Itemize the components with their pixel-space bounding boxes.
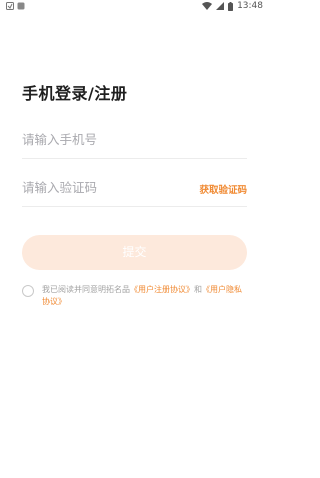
- signal-icon: [216, 2, 225, 10]
- agreement-text: 我已阅读并同意明拓名品《用户注册协议》和《用户隐私协议》: [42, 284, 245, 308]
- phone-input[interactable]: [22, 123, 172, 157]
- submit-button[interactable]: 提交: [22, 235, 247, 270]
- status-right-icons: 13:48: [202, 1, 263, 11]
- code-field: 获取验证码: [22, 171, 247, 207]
- user-agreement-link[interactable]: 《用户注册协议》: [130, 285, 194, 294]
- verification-code-input[interactable]: [22, 171, 172, 205]
- page-title: 手机登录/注册: [22, 84, 128, 103]
- status-left-icons: [6, 2, 25, 10]
- agreement-conjunction: 和: [194, 285, 202, 294]
- agreement-prefix: 我已阅读并同意明拓名品: [42, 285, 130, 294]
- status-time: 13:48: [237, 1, 263, 11]
- phone-field: [22, 123, 247, 159]
- app-notification-icon: [17, 2, 25, 10]
- get-code-button[interactable]: 获取验证码: [199, 182, 247, 196]
- battery-icon: [228, 1, 234, 11]
- agreement-checkbox[interactable]: [22, 285, 34, 297]
- wifi-icon: [202, 2, 213, 10]
- notification-icon: [6, 2, 14, 10]
- status-bar: 13:48: [0, 0, 269, 14]
